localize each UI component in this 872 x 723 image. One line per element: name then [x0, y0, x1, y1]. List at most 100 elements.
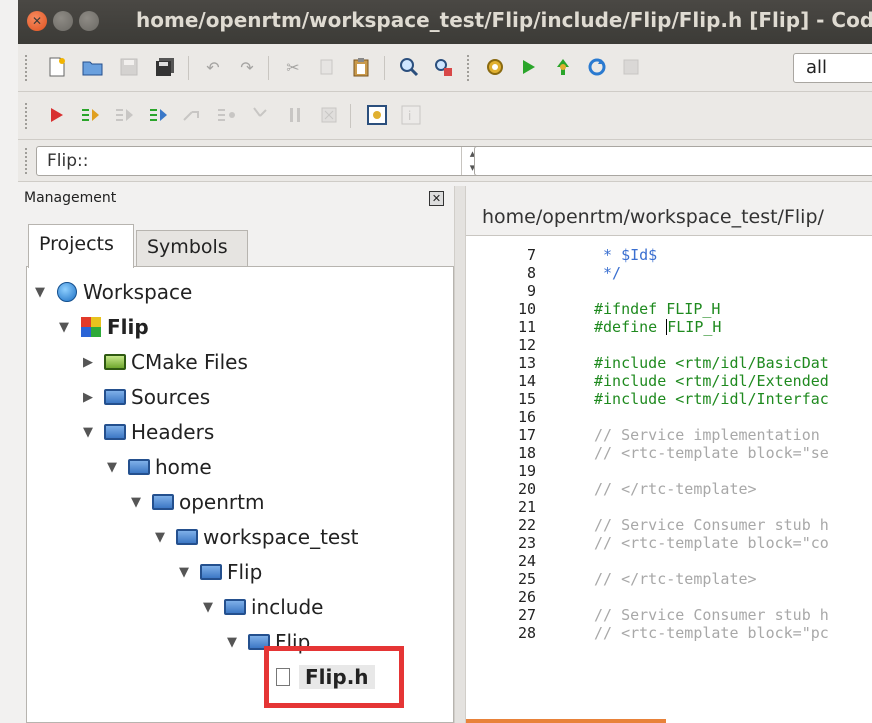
cut-icon[interactable]: ✂	[282, 56, 304, 78]
build-and-run-icon[interactable]	[552, 56, 574, 78]
tree-node[interactable]: ▼ Flip	[59, 312, 149, 342]
code-text: // Service implementation	[594, 426, 829, 444]
code-line: 23 // <rtc-template block="co	[466, 534, 872, 552]
expand-arrow-icon[interactable]: ▼	[83, 425, 103, 440]
code-area[interactable]: 7 * $Id$ 8 */9 10 #ifndef FLIP_H 11 #define F…	[466, 246, 872, 723]
expand-arrow-icon[interactable]: ▼	[59, 320, 79, 335]
tree-node[interactable]: ▼ openrtm	[131, 487, 264, 517]
find-icon[interactable]	[398, 56, 420, 78]
tree-node-label: openrtm	[179, 490, 265, 514]
build-target-value: all	[806, 57, 828, 78]
toolbar-grip[interactable]	[466, 54, 470, 82]
toolbar-grip[interactable]	[24, 102, 28, 130]
collapse-arrow-icon[interactable]: ▶	[83, 390, 103, 405]
tree-node[interactable]: ▼ Flip	[179, 557, 262, 587]
expand-arrow-icon[interactable]: ▼	[35, 285, 55, 300]
redo-icon[interactable]: ↷	[236, 56, 258, 78]
code-line: 9	[466, 282, 872, 300]
tree-node[interactable]: ▼ Headers	[83, 417, 214, 447]
minimize-window-button[interactable]	[53, 11, 73, 31]
save-all-icon[interactable]	[154, 56, 176, 78]
paste-icon[interactable]	[350, 56, 372, 78]
line-number: 7	[526, 246, 536, 264]
code-text-before-cursor: #define	[594, 318, 667, 336]
open-file-icon[interactable]	[82, 56, 104, 78]
step-into-icon[interactable]	[148, 104, 170, 126]
tree-node[interactable]: ▶ Sources	[83, 382, 210, 412]
code-line: 10 #ifndef FLIP_H	[466, 300, 872, 318]
code-text: #define FLIP_H	[594, 318, 721, 336]
expand-arrow-icon[interactable]: ▼	[131, 495, 151, 510]
tree-node[interactable]: Flip.h	[251, 662, 375, 692]
tree-node[interactable]: ▼ Workspace	[35, 277, 192, 307]
tab-projects[interactable]: Projects	[28, 224, 134, 268]
folder-icon	[199, 562, 223, 582]
abort-icon[interactable]	[620, 56, 642, 78]
collapse-arrow-icon[interactable]: ▶	[83, 355, 103, 370]
folder-icon	[151, 492, 175, 512]
tree-node[interactable]: ▼ Flip	[227, 627, 310, 657]
tab-symbols[interactable]: Symbols	[136, 230, 248, 268]
expand-arrow-icon[interactable]: ▼	[227, 635, 247, 650]
build-icon[interactable]	[484, 56, 506, 78]
stop-debugger-icon[interactable]	[318, 104, 340, 126]
tree-node-label: workspace_test	[203, 525, 359, 549]
step-out-icon[interactable]	[182, 104, 204, 126]
tree-node-label: home	[155, 455, 212, 479]
debug-info-icon[interactable]: i	[400, 104, 422, 126]
run-to-cursor-icon[interactable]	[80, 104, 102, 126]
file-icon	[271, 667, 295, 687]
management-panel: Management ✕ Projects Symbols ▼ Workspace…	[18, 186, 454, 723]
copy-icon[interactable]	[316, 56, 338, 78]
horizontal-scroll-indicator[interactable]	[466, 719, 666, 723]
panel-splitter[interactable]	[454, 186, 466, 723]
step-into-instruction-icon[interactable]	[250, 104, 272, 126]
window-title: home/openrtm/workspace_test/Flip/include…	[136, 8, 872, 32]
new-file-icon[interactable]	[46, 56, 68, 78]
code-text: // Service Consumer stub h	[594, 606, 829, 624]
line-number: 26	[517, 588, 536, 606]
replace-icon[interactable]	[432, 56, 454, 78]
rebuild-icon[interactable]	[586, 56, 608, 78]
line-number: 28	[517, 624, 536, 642]
code-line: 11 #define FLIP_H	[466, 318, 872, 336]
expand-arrow-icon[interactable]: ▼	[179, 565, 199, 580]
toolbar-grip[interactable]	[24, 147, 28, 175]
tree-node-label: Headers	[131, 420, 215, 444]
line-number: 12	[517, 336, 536, 354]
pause-icon[interactable]	[284, 104, 306, 126]
run-icon[interactable]	[518, 56, 540, 78]
tree-node[interactable]: ▼ include	[203, 592, 323, 622]
code-text: // </rtc-template>	[594, 480, 757, 498]
debug-windows-icon[interactable]	[366, 104, 388, 126]
management-title: Management	[24, 190, 117, 206]
tree-node[interactable]: ▼ home	[107, 452, 212, 482]
next-instruction-icon[interactable]	[216, 104, 238, 126]
code-line: 25 // </rtc-template>	[466, 570, 872, 588]
scope-select[interactable]: Flip:: ▴ ▾	[36, 146, 484, 176]
tree-node[interactable]: ▶ CMake Files	[83, 347, 248, 377]
folder-icon	[247, 632, 271, 652]
expand-arrow-icon[interactable]: ▼	[107, 460, 127, 475]
code-line: 14 #include <rtm/idl/Extended	[466, 372, 872, 390]
expand-arrow-icon[interactable]: ▼	[155, 530, 175, 545]
tree-node-label: Workspace	[83, 280, 193, 304]
close-window-button[interactable]: ✕	[27, 11, 47, 31]
close-panel-icon[interactable]: ✕	[429, 191, 444, 206]
tree-node-label: Flip.h	[299, 665, 375, 689]
line-number: 11	[517, 318, 536, 336]
code-text: // <rtc-template block="se	[594, 444, 829, 462]
debug-continue-icon[interactable]	[46, 104, 68, 126]
build-target-select[interactable]: all	[793, 53, 872, 83]
expand-arrow-icon[interactable]: ▼	[203, 600, 223, 615]
code-line: 28 // <rtc-template block="pc	[466, 624, 872, 642]
next-line-icon[interactable]	[114, 104, 136, 126]
function-select[interactable]	[474, 146, 872, 176]
tree-node[interactable]: ▼ workspace_test	[155, 522, 358, 552]
undo-icon[interactable]: ↶	[202, 56, 224, 78]
save-icon[interactable]	[118, 56, 140, 78]
toolbar-grip[interactable]	[24, 54, 28, 82]
maximize-window-button[interactable]	[79, 11, 99, 31]
editor-tab[interactable]: home/openrtm/workspace_test/Flip/	[466, 186, 872, 236]
code-line: 27 // Service Consumer stub h	[466, 606, 872, 624]
